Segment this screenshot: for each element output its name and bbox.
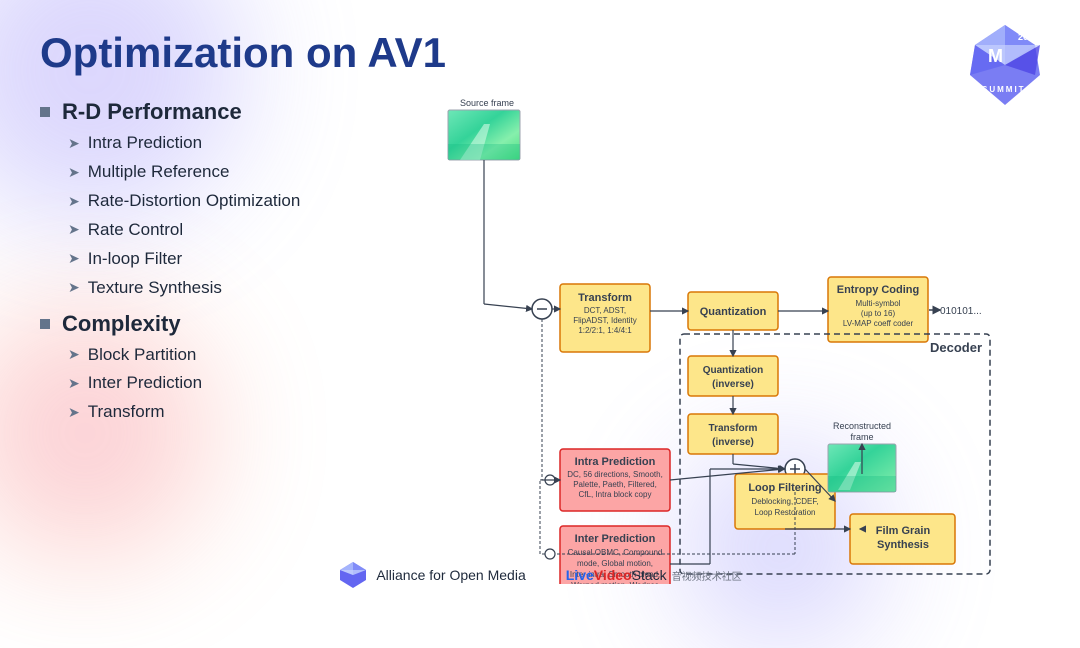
lvs-sub-text: 音视频技术社区	[672, 568, 742, 583]
svg-text:(inverse): (inverse)	[712, 379, 754, 390]
svg-text:frame: frame	[850, 432, 873, 442]
aom-diamond-icon	[338, 560, 368, 590]
arrow-icon: ➤	[68, 247, 80, 271]
svg-text:Film Grain: Film Grain	[876, 525, 931, 537]
complexity-sub-items: ➤ Block Partition ➤ Inter Prediction ➤ T…	[68, 341, 380, 428]
svg-text:Loop Restoration: Loop Restoration	[755, 508, 816, 517]
svg-text:1:2/2:1, 1:4/4:1: 1:2/2:1, 1:4/4:1	[578, 326, 632, 335]
arrow-icon: ➤	[68, 218, 80, 242]
svg-text:FlipADST, Identity: FlipADST, Identity	[573, 316, 637, 325]
svg-text:2021: 2021	[1018, 32, 1038, 42]
svg-text:Loop Filtering: Loop Filtering	[748, 482, 821, 494]
arrow-icon: ➤	[68, 190, 80, 214]
list-item: ➤ Intra Prediction	[68, 129, 380, 158]
svg-text:Deblocking, CDEF,: Deblocking, CDEF,	[751, 497, 818, 506]
svg-text:DC, 56 directions, Smooth,: DC, 56 directions, Smooth,	[567, 470, 663, 479]
section-complexity: Complexity	[40, 311, 380, 337]
svg-text:CfL, Intra block copy: CfL, Intra block copy	[579, 490, 652, 499]
svg-text:Palette, Paeth, Filtered,: Palette, Paeth, Filtered,	[573, 480, 657, 489]
bullet-icon	[40, 107, 50, 117]
list-item: ➤ Rate-Distortion Optimization	[68, 187, 380, 216]
lvs-text: LiveVideoStack	[566, 567, 667, 583]
aom-text: Alliance for Open Media	[376, 567, 525, 583]
diagram-panel: Source frame	[400, 94, 1040, 584]
arrow-icon: ➤	[68, 401, 80, 425]
svg-text:(up to 16): (up to 16)	[861, 309, 896, 318]
svg-text:M: M	[988, 46, 1003, 66]
page-title: Optimization on AV1	[40, 30, 1040, 76]
arrow-icon: ➤	[68, 276, 80, 300]
arrow-icon: ➤	[68, 343, 80, 367]
list-item: ➤ Block Partition	[68, 341, 380, 370]
arrow-icon: ➤	[68, 161, 80, 185]
bullet-icon	[40, 319, 50, 329]
arrow-icon: ➤	[68, 372, 80, 396]
svg-text:Synthesis: Synthesis	[877, 539, 929, 551]
bottom-logos: Alliance for Open Media LiveVideoStack 音…	[0, 560, 1080, 590]
svg-text:Inter Prediction: Inter Prediction	[575, 533, 656, 545]
svg-text:Quantization: Quantization	[703, 365, 764, 376]
svg-text:Entropy Coding: Entropy Coding	[837, 284, 920, 296]
source-label: Source frame	[460, 98, 514, 108]
aom-logo: Alliance for Open Media	[338, 560, 525, 590]
svg-text:Transform: Transform	[709, 423, 758, 434]
svg-text:Reconstructed: Reconstructed	[833, 421, 891, 431]
left-panel: R-D Performance ➤ Intra Prediction ➤ Mul…	[40, 94, 380, 584]
svg-text:Decoder: Decoder	[930, 340, 982, 355]
list-item: ➤ Inter Prediction	[68, 369, 380, 398]
svg-text:(inverse): (inverse)	[712, 437, 754, 448]
rd-sub-items: ➤ Intra Prediction ➤ Multiple Reference …	[68, 129, 380, 302]
svg-text:Intra Prediction: Intra Prediction	[575, 456, 656, 468]
svg-text:Transform: Transform	[578, 292, 632, 304]
section-rd-performance: R-D Performance	[40, 99, 380, 125]
svg-text:Causal OBMC, Compound: Causal OBMC, Compound	[568, 548, 663, 557]
list-item: ➤ Texture Synthesis	[68, 274, 380, 303]
svg-text:DCT, ADST,: DCT, ADST,	[584, 306, 626, 315]
arrow-icon: ➤	[68, 132, 80, 156]
svg-text:SUMMIT: SUMMIT	[982, 85, 1026, 94]
list-item: ➤ In-loop Filter	[68, 245, 380, 274]
list-item: ➤ Multiple Reference	[68, 158, 380, 187]
lvs-logo: LiveVideoStack 音视频技术社区	[566, 567, 742, 583]
list-item: ➤ Rate Control	[68, 216, 380, 245]
list-item: ➤ Transform	[68, 398, 380, 427]
svg-text:Quantization: Quantization	[700, 306, 767, 318]
svg-text:LV-MAP coeff coder: LV-MAP coeff coder	[843, 319, 914, 328]
svg-text:010101...: 010101...	[940, 306, 982, 317]
svg-text:Multi-symbol: Multi-symbol	[856, 299, 901, 308]
